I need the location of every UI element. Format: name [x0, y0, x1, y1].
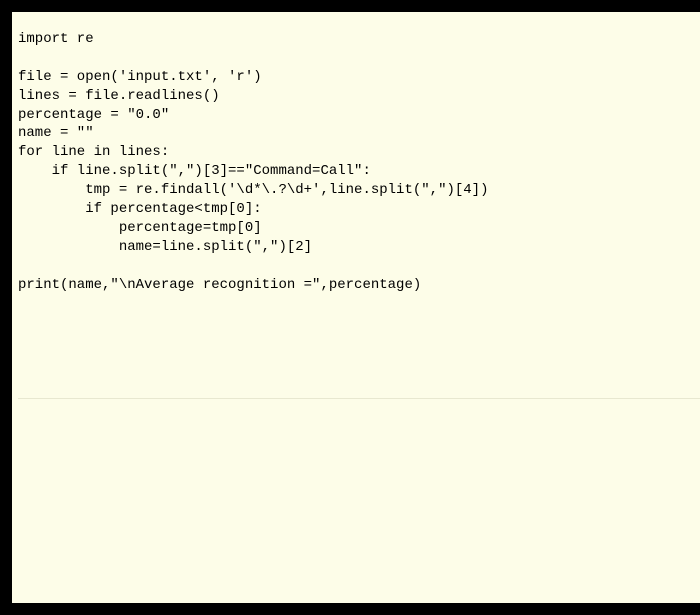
horizontal-divider [18, 398, 700, 399]
code-block: import re file = open('input.txt', 'r') … [12, 12, 700, 294]
code-frame: import re file = open('input.txt', 'r') … [0, 0, 700, 615]
